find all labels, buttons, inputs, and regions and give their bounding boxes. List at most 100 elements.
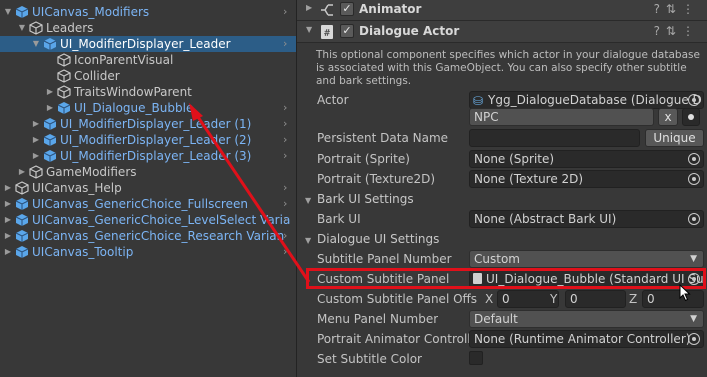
hierarchy-item-label: UI_ModifierDisplayer_Leader (60, 37, 231, 51)
hierarchy-item[interactable]: ▶ UI_ModifierDisplayer_Leader (3) › (0, 148, 296, 164)
expand-arrow-down-icon[interactable]: ▼ (2, 4, 14, 20)
hierarchy-item[interactable]: IconParentVisual (0, 52, 296, 68)
gameobject-cube-icon (15, 181, 29, 195)
expand-arrow-right-icon[interactable]: ▶ (44, 84, 56, 100)
animator-fold-arrow-icon[interactable]: ▶ (306, 3, 312, 12)
bark-ui-label: Bark UI (317, 212, 361, 226)
hierarchy-item-label: GameModifiers (46, 165, 137, 179)
hierarchy-item[interactable]: ▶ UICanvas_GenericChoice_LevelSelect Vari… (0, 212, 296, 228)
actor-dot-button[interactable] (682, 108, 700, 126)
bark-ui-field[interactable]: None (Abstract Bark UI) (469, 210, 704, 228)
open-prefab-chevron-icon[interactable]: › (283, 4, 293, 20)
expand-arrow-right-icon[interactable]: ▶ (30, 148, 42, 164)
dialogue-actor-fold-arrow-icon[interactable]: ▼ (306, 25, 312, 34)
actor-value: NPC (474, 110, 499, 124)
expand-arrow-right-icon[interactable]: ▶ (16, 164, 28, 180)
open-prefab-chevron-icon[interactable]: › (283, 100, 293, 116)
set-subtitle-color-label: Set Subtitle Color (317, 352, 422, 366)
menu-panel-number-dropdown[interactable]: Default ▼ (469, 310, 704, 328)
hierarchy-item[interactable]: ▶ UICanvas_Help › (0, 180, 296, 196)
animator-component-header[interactable]: ▶ ✓ Animator ?⇅⋮ (297, 0, 707, 21)
database-icon: ⛁ (473, 94, 484, 108)
hierarchy-item[interactable]: ▶ UICanvas_GenericChoice_Fullscreen › (0, 196, 296, 212)
offset-y-input[interactable]: 0 (565, 290, 626, 308)
offset-z-input[interactable]: 0 (642, 290, 704, 308)
expand-arrow-right-icon[interactable]: ▶ (30, 116, 42, 132)
hierarchy-item[interactable]: ▶ UICanvas_GenericChoice_Research Varian › (0, 228, 296, 244)
subtitle-panel-number-dropdown[interactable]: Custom ▼ (469, 250, 704, 268)
annotation-highlight-box (306, 268, 706, 289)
portrait-animator-label: Portrait Animator Controller (317, 332, 469, 346)
hierarchy-item[interactable]: ▶ UI_ModifierDisplayer_Leader (1) › (0, 116, 296, 132)
hierarchy-item[interactable]: ▶ UI_ModifierDisplayer_Leader (2) › (0, 132, 296, 148)
expand-arrow-down-icon[interactable]: ▼ (30, 36, 42, 52)
hierarchy-item-label: TraitsWindowParent (74, 85, 192, 99)
object-picker-icon[interactable] (688, 333, 700, 345)
object-picker-icon[interactable] (688, 94, 700, 106)
hierarchy-item[interactable]: ▼ UICanvas_Modifiers › (0, 4, 296, 20)
svg-text:#: # (324, 28, 330, 39)
unique-button[interactable]: Unique (645, 129, 704, 147)
hierarchy-item-label: UI_ModifierDisplayer_Leader (2) (60, 133, 252, 147)
bark-ui-settings-foldout[interactable]: ▼ Bark UI Settings (305, 190, 414, 208)
portrait-animator-field[interactable]: None (Runtime Animator Controller) (469, 330, 704, 348)
portrait-sprite-label: Portrait (Sprite) (317, 152, 410, 166)
set-subtitle-color-checkbox[interactable] (469, 351, 483, 365)
expand-arrow-right-icon[interactable]: ▶ (30, 132, 42, 148)
open-prefab-chevron-icon[interactable]: › (283, 132, 293, 148)
object-picker-icon[interactable] (688, 153, 700, 165)
hierarchy-item[interactable]: ▶ UICanvas_Tooltip › (0, 244, 296, 260)
offset-y-label: Y (550, 292, 558, 306)
dialogue-ui-settings-foldout[interactable]: ▼ Dialogue UI Settings (305, 230, 439, 248)
hierarchy-item[interactable]: ▶ TraitsWindowParent (0, 84, 296, 100)
expand-arrow-right-icon[interactable]: ▶ (2, 196, 14, 212)
expand-arrow-right-icon[interactable]: ▶ (2, 228, 14, 244)
prefab-cube-icon (15, 214, 29, 226)
portrait-sprite-field[interactable]: None (Sprite) (469, 150, 704, 168)
dialogue-actor-enabled-checkbox[interactable]: ✓ (340, 24, 354, 38)
expand-arrow-right-icon[interactable]: ▶ (2, 244, 14, 260)
actor-dropdown[interactable]: NPC (469, 108, 654, 126)
object-picker-icon[interactable] (688, 173, 700, 185)
menu-panel-number-value: Default (474, 312, 518, 326)
open-prefab-chevron-icon[interactable]: › (283, 196, 293, 212)
animator-enabled-checkbox[interactable]: ✓ (340, 2, 354, 16)
persistent-data-name-input[interactable] (469, 129, 640, 147)
hierarchy-item[interactable]: ▶ GameModifiers (0, 164, 296, 180)
dialogue-actor-component-header[interactable]: ▼ # ✓ Dialogue Actor ?⇅⋮ (297, 21, 707, 43)
hierarchy-item-label: UI_ModifierDisplayer_Leader (3) (60, 149, 252, 163)
gameobject-cube-icon (57, 85, 71, 99)
hierarchy-item[interactable]: ▶ UI_Dialogue_Bubble › (0, 100, 296, 116)
inspector-panel: ▶ ✓ Animator ?⇅⋮ ▼ # ✓ Dialogue Actor ?⇅… (296, 0, 707, 377)
animator-header-icons[interactable]: ?⇅⋮ (654, 2, 700, 16)
hierarchy-item-label: UICanvas_GenericChoice_Fullscreen (32, 197, 248, 211)
prefab-cube-icon (15, 230, 29, 242)
expand-arrow-right-icon[interactable]: ▶ (44, 100, 56, 116)
open-prefab-chevron-icon[interactable]: › (283, 36, 293, 52)
hierarchy-item[interactable]: ▼ Leaders (0, 20, 296, 36)
portrait-texture-value: None (Texture 2D) (474, 172, 584, 186)
dialogue-actor-header-icons[interactable]: ?⇅⋮ (654, 24, 700, 38)
hierarchy-item[interactable]: Collider (0, 68, 296, 84)
portrait-texture-field[interactable]: None (Texture 2D) (469, 170, 704, 188)
prefab-cube-icon (43, 150, 57, 162)
expand-arrow-down-icon[interactable]: ▼ (16, 20, 28, 36)
open-prefab-chevron-icon[interactable]: › (283, 180, 293, 196)
foldout-arrow-icon: ▼ (305, 236, 312, 245)
open-prefab-chevron-icon[interactable]: › (283, 116, 293, 132)
open-prefab-chevron-icon[interactable]: › (283, 212, 293, 228)
hierarchy-item[interactable]: ▼ UI_ModifierDisplayer_Leader › (0, 36, 296, 52)
actor-database-field[interactable]: ⛁ Ygg_DialogueDatabase (Dialogue D (469, 91, 704, 109)
gameobject-cube-icon (29, 21, 43, 35)
expand-arrow-right-icon[interactable]: ▶ (2, 180, 14, 196)
hierarchy-item-label: UICanvas_Tooltip (32, 245, 134, 259)
open-prefab-chevron-icon[interactable]: › (283, 228, 293, 244)
expand-arrow-right-icon[interactable]: ▶ (2, 212, 14, 228)
object-picker-icon[interactable] (688, 213, 700, 225)
prefab-cube-icon (15, 198, 29, 210)
open-prefab-chevron-icon[interactable]: › (283, 244, 293, 260)
hierarchy-item-label: Leaders (46, 21, 94, 35)
subtitle-panel-number-value: Custom (474, 252, 520, 266)
actor-clear-button[interactable]: x (658, 108, 678, 126)
open-prefab-chevron-icon[interactable]: › (283, 148, 293, 164)
